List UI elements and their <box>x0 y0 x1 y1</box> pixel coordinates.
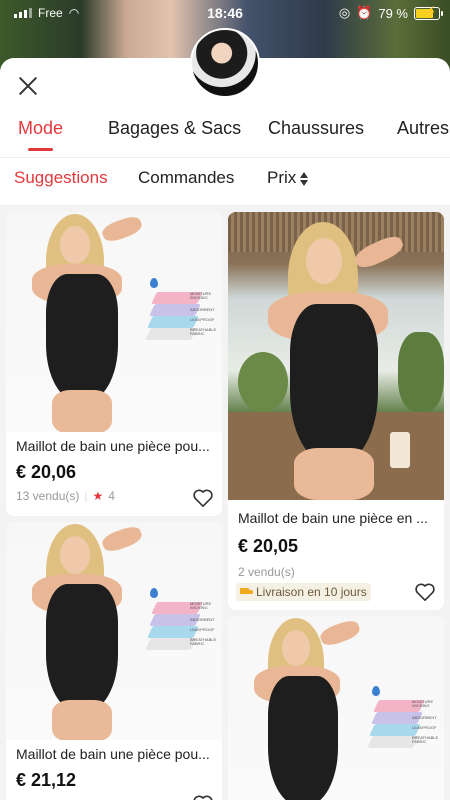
heart-icon[interactable] <box>192 488 214 508</box>
product-title: Maillot de bain une pièce pou... <box>16 746 210 762</box>
truck-icon <box>240 586 254 598</box>
close-icon[interactable] <box>16 74 40 98</box>
product-image: MOISTURE WICKING ABSORBENT LEAKPROOF BRE… <box>6 522 222 740</box>
rating-value: 4 <box>108 489 115 503</box>
tab-mode[interactable]: Mode <box>18 118 63 151</box>
fabric-diagram: MOISTURE WICKING ABSORBENT LEAKPROOF BRE… <box>358 682 444 752</box>
delivery-badge: Livraison en 10 jours <box>236 583 371 601</box>
fabric-diagram: MOISTURE WICKING ABSORBENT LEAKPROOF BRE… <box>142 588 222 658</box>
category-tabs: Mode Bagages & Sacs Chaussures Autres <box>0 118 450 156</box>
sold-count: 13 vendu(s) <box>16 489 80 503</box>
sort-orders[interactable]: Commandes <box>138 168 234 188</box>
product-price: € 21,12 <box>16 770 77 790</box>
product-meta: 2 vendu(s) <box>228 565 444 579</box>
product-card[interactable]: MOISTURE WICKING ABSORBENT LEAKPROOF BRE… <box>6 212 222 516</box>
store-avatar[interactable] <box>190 28 260 98</box>
product-meta: 13 vendu(s) | ★ 4 <box>16 489 115 503</box>
heart-icon[interactable] <box>192 794 214 800</box>
sort-suggestions[interactable]: Suggestions <box>14 168 108 188</box>
delivery-text: Livraison en 10 jours <box>256 585 367 599</box>
sort-price[interactable]: Prix <box>267 168 309 188</box>
heart-icon[interactable] <box>414 582 436 602</box>
sort-arrows-icon <box>300 171 309 187</box>
sort-price-label: Prix <box>267 168 297 187</box>
product-image: MOISTURE WICKING ABSORBENT LEAKPROOF BRE… <box>6 212 222 432</box>
product-title: Maillot de bain une pièce en ... <box>238 510 428 526</box>
tabs-divider <box>0 157 450 158</box>
product-price: € 20,06 <box>16 462 77 482</box>
product-card[interactable]: Maillot de bain une pièce en ... € 20,05… <box>228 212 444 610</box>
tab-chaussures[interactable]: Chaussures <box>268 118 364 139</box>
product-card[interactable]: MOISTURE WICKING ABSORBENT LEAKPROOF BRE… <box>6 522 222 800</box>
product-title: Maillot de bain une pièce pou... <box>16 438 210 454</box>
tab-autres[interactable]: Autres <box>397 118 449 139</box>
sold-count: 2 vendu(s) <box>238 565 295 579</box>
fabric-diagram: MOISTURE WICKING ABSORBENT LEAKPROOF BRE… <box>142 278 222 348</box>
product-image: MOISTURE WICKING ABSORBENT LEAKPROOF BRE… <box>228 616 444 800</box>
product-image <box>228 212 444 500</box>
product-card[interactable]: MOISTURE WICKING ABSORBENT LEAKPROOF BRE… <box>228 616 444 800</box>
battery-percent: 79 % <box>378 5 408 21</box>
sort-bar: Suggestions Commandes Prix <box>0 168 450 194</box>
status-bar: Free ◠ 18:46 ◎ ⏰ 79 % ⚡ <box>0 0 450 26</box>
star-icon: ★ <box>92 489 104 503</box>
tab-bagages-sacs[interactable]: Bagages & Sacs <box>108 118 241 139</box>
alarm-icon: ⏰ <box>356 5 373 20</box>
battery-icon: ⚡ <box>414 6 443 20</box>
lock-rotation-icon: ◎ <box>338 5 351 20</box>
product-price: € 20,05 <box>238 536 299 556</box>
